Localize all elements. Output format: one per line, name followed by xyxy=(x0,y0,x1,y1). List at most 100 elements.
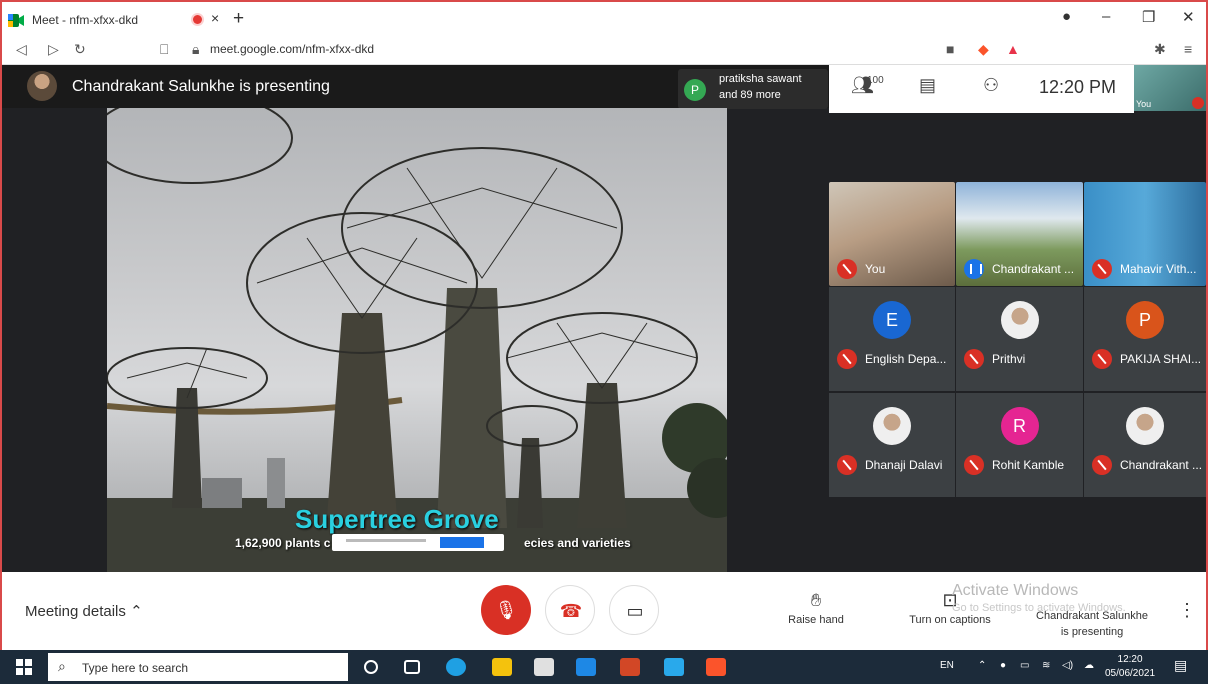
participant-name: You xyxy=(865,262,886,276)
meeting-clock: 12:20 PM xyxy=(1039,77,1117,97)
chat-icon[interactable]: ▤ xyxy=(919,75,936,96)
brave-profile-icon[interactable]: ● xyxy=(1062,8,1071,25)
taskbar-clock[interactable]: 12:20 05/06/2021 xyxy=(1105,653,1155,681)
url-field[interactable]: meet.google.com/nfm-xfxx-dkd xyxy=(210,42,374,56)
slide-subtitle-start: 1,62,900 plants c xyxy=(235,536,331,550)
browser-tab[interactable]: Meet - nfm-xfxx-dkd × xyxy=(8,7,228,33)
lock-icon: 🔒︎ xyxy=(192,41,200,57)
forward-icon[interactable]: ▷ xyxy=(48,41,59,58)
cortana-icon[interactable] xyxy=(364,660,378,674)
captions-label: Turn on captions xyxy=(909,614,991,626)
more-options-icon[interactable]: ⋮ xyxy=(1178,600,1196,621)
back-icon[interactable]: ◁ xyxy=(16,41,27,58)
bookmark-icon[interactable]: ⎕ xyxy=(160,41,168,58)
participant-name: Chandrakant ... xyxy=(1120,458,1203,472)
participant-tile[interactable]: E English Depa... xyxy=(829,287,955,391)
raise-hand-button[interactable]: ✋︎ Raise hand xyxy=(786,590,846,626)
notification-center-icon[interactable]: ▤ xyxy=(1174,657,1187,674)
mail-icon[interactable] xyxy=(576,658,596,676)
consent-button[interactable] xyxy=(440,537,484,548)
mic-toggle-button[interactable]: 🎙︎ xyxy=(481,585,531,635)
meeting-details-button[interactable]: Meeting details ⌃ xyxy=(25,602,143,620)
speaking-indicator-icon xyxy=(964,259,984,279)
camera-toggle-button[interactable]: ▭ xyxy=(609,585,659,635)
hang-up-icon: ☎︎ xyxy=(559,601,583,621)
notification-line2: and 89 more xyxy=(719,89,781,101)
wifi-icon[interactable]: ≋ xyxy=(1042,660,1050,671)
mic-off-icon xyxy=(1092,455,1112,475)
maximize-button[interactable]: ❐ xyxy=(1142,8,1155,26)
close-window-button[interactable]: ✕ xyxy=(1182,8,1195,26)
notification-line1: pratiksha sawant xyxy=(719,73,802,85)
mic-off-icon xyxy=(837,455,857,475)
meet-stage: Chandrakant Salunkhe is presenting P pra… xyxy=(2,65,1206,572)
participant-name: Chandrakant ... xyxy=(992,262,1075,276)
participant-avatar: E xyxy=(873,301,911,339)
participant-photo xyxy=(1126,407,1164,445)
extensions-icon[interactable]: ✱ xyxy=(1154,41,1166,58)
powerpoint-icon[interactable] xyxy=(620,658,640,676)
reload-icon[interactable]: ↻ xyxy=(74,41,86,58)
recording-indicator-icon xyxy=(193,15,202,24)
people-notification[interactable]: P pratiksha sawant and 89 more xyxy=(678,69,828,109)
participant-name: Prithvi xyxy=(992,352,1026,366)
input-language[interactable]: EN xyxy=(940,660,954,671)
brave-shield-icon[interactable]: ◆ xyxy=(978,41,989,58)
brave-rewards-icon[interactable]: ▲ xyxy=(1006,41,1020,57)
menu-icon[interactable]: ≡ xyxy=(1184,41,1192,57)
address-bar-row: ◁ ▷ ↻ ⎕ 🔒︎ meet.google.com/nfm-xfxx-dkd … xyxy=(2,35,1206,65)
volume-icon[interactable]: ◁) xyxy=(1062,660,1073,671)
camera-in-use-icon[interactable]: ■ xyxy=(946,41,954,57)
participant-tile[interactable]: Dhanaji Dalavi xyxy=(829,393,955,497)
self-view-label: You xyxy=(1136,99,1152,109)
telegram-icon[interactable] xyxy=(664,658,684,676)
meeting-details-label: Meeting details xyxy=(25,603,126,620)
activities-icon[interactable]: ⚇ xyxy=(983,75,999,96)
participant-tile[interactable]: Chandrakant ... xyxy=(1084,393,1206,497)
camera-icon: ▭ xyxy=(626,601,644,621)
store-icon[interactable] xyxy=(534,658,554,676)
battery-icon[interactable]: ▭ xyxy=(1020,660,1029,671)
mic-off-icon xyxy=(964,455,984,475)
participant-tile[interactable]: P PAKIJA SHAI... xyxy=(1084,287,1206,391)
new-tab-button[interactable]: + xyxy=(233,8,244,30)
chevron-up-icon: ⌃ xyxy=(130,603,143,620)
minimize-button[interactable]: – xyxy=(1102,8,1110,25)
cookie-consent-banner[interactable] xyxy=(332,534,504,551)
participant-tile[interactable]: You xyxy=(829,182,955,286)
taskbar-search-box[interactable]: ⌕ Type here to search xyxy=(48,653,348,681)
presenter-banner-text: Chandrakant Salunkhe is presenting xyxy=(72,78,330,95)
participant-name: Rohit Kamble xyxy=(992,458,1065,472)
edge-icon[interactable] xyxy=(446,658,466,676)
tray-chevron-icon[interactable]: ⌃ xyxy=(978,660,986,671)
mic-off-icon xyxy=(1092,349,1112,369)
file-explorer-icon[interactable] xyxy=(492,658,512,676)
hand-icon: ✋︎ xyxy=(810,590,822,610)
participant-tile[interactable]: Chandrakant ... xyxy=(956,182,1083,286)
participant-name: English Depa... xyxy=(865,352,947,366)
network-icon[interactable]: ☁︎ xyxy=(1084,660,1094,671)
leave-call-button[interactable]: ☎︎ xyxy=(545,585,595,635)
mic-off-icon: 🎙︎ xyxy=(494,600,518,620)
mic-off-icon xyxy=(837,349,857,369)
raise-hand-label: Raise hand xyxy=(788,614,844,626)
presentation-slide: Supertree Grove 1,62,900 plants c ecies … xyxy=(107,108,727,572)
taskbar-time: 12:20 xyxy=(1117,654,1143,665)
self-view-thumbnail[interactable]: You xyxy=(1134,65,1206,111)
participant-tile[interactable]: Prithvi xyxy=(956,287,1083,391)
tab-close-icon[interactable]: × xyxy=(211,10,219,26)
brave-taskbar-icon[interactable] xyxy=(706,658,726,676)
presenting-status-line1: Chandrakant Salunkhe xyxy=(1036,610,1148,622)
participant-tile[interactable]: Mahavir Vith... xyxy=(1084,182,1206,286)
windows-start-icon[interactable] xyxy=(16,659,32,675)
tray-app-icon[interactable]: ● xyxy=(1000,660,1006,671)
slide-subtitle-end: ecies and varieties xyxy=(524,536,631,550)
participant-tile[interactable]: R Rohit Kamble xyxy=(956,393,1083,497)
meet-top-toolbar: 👥︎ 100 ▤ ⚇ 12:20 PM xyxy=(829,65,1134,113)
presenting-status[interactable]: Chandrakant Salunkhe is presenting xyxy=(1028,608,1156,640)
search-icon: ⌕ xyxy=(58,658,66,674)
meet-logo-icon xyxy=(8,13,24,27)
taskbar-search-placeholder: Type here to search xyxy=(82,661,189,675)
task-view-icon[interactable] xyxy=(404,660,420,674)
notification-avatar: P xyxy=(684,79,706,101)
